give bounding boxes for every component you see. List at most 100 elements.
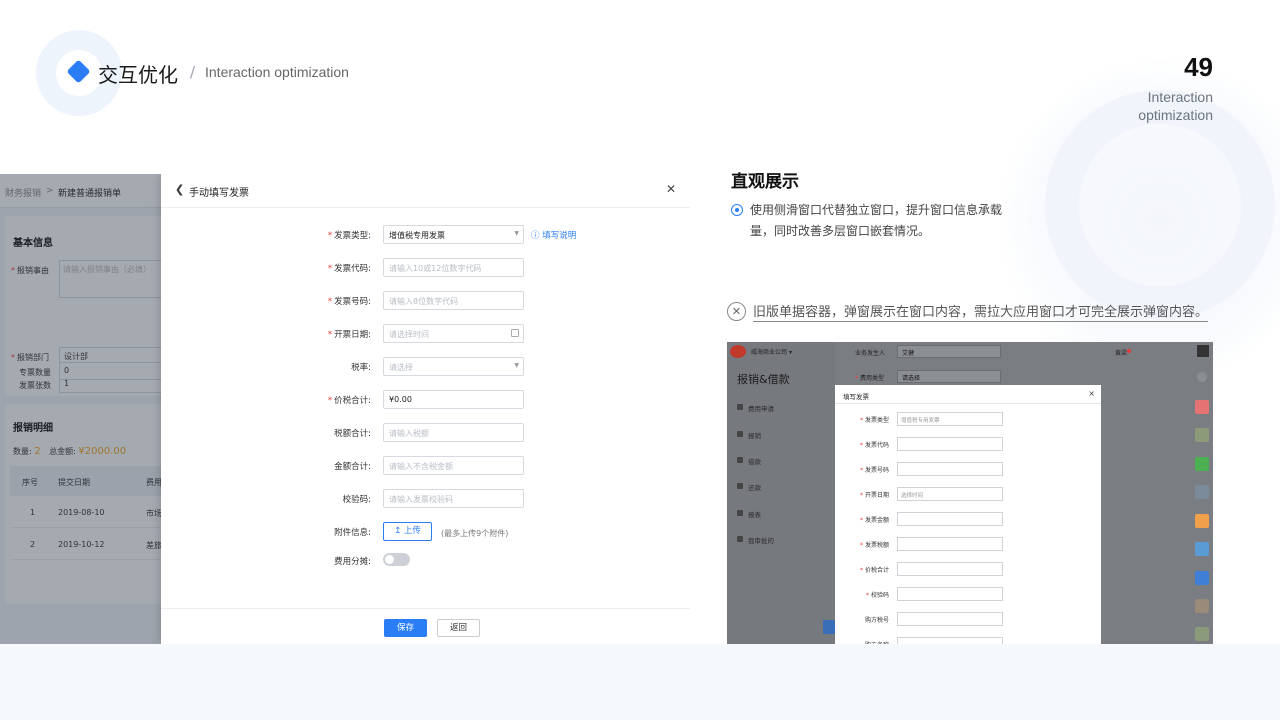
menu-icon <box>737 483 743 489</box>
tax-rate-select[interactable]: 请选择 ▼ <box>383 357 524 376</box>
app-icon[interactable] <box>1195 627 1209 641</box>
invoice-type-label: 发票类型: <box>334 231 371 241</box>
close-circle-icon: ✕ <box>727 302 746 321</box>
old-field-input[interactable] <box>897 562 1003 576</box>
old-top-select[interactable]: 请选择 <box>897 370 1001 383</box>
old-field-label-text: 购方名称 <box>865 642 889 644</box>
old-field-label-text: 发票税额 <box>864 542 889 549</box>
old-menu-item[interactable]: 费用申请 <box>748 403 774 413</box>
old-top-label: 业务发生人 <box>855 350 886 357</box>
new-drawer-mockup: 财务报销 > 新建普通报销单 基本信息 * 报销事由 请输入报销事由（必填） * 报… <box>0 174 690 644</box>
old-right-area: 黄梁 <box>1101 342 1213 644</box>
app-icon[interactable] <box>1195 571 1209 585</box>
caret-down-icon: ▾ <box>788 349 792 356</box>
old-form-top: 业务发生人 艾健 * 费用类型 请选择 <box>835 342 1101 385</box>
close-icon[interactable]: × <box>1088 389 1095 398</box>
old-field-input[interactable]: 选择时间 <box>897 487 1003 501</box>
old-menu-item[interactable]: 报表 <box>748 509 761 519</box>
company-name[interactable]: 威海商业公司 ▾ <box>751 347 792 356</box>
save-button[interactable]: 保存 <box>384 619 427 637</box>
calendar-icon <box>511 329 519 337</box>
app-icon[interactable] <box>1195 428 1209 442</box>
cost-split-toggle[interactable] <box>383 553 410 566</box>
old-menu-item[interactable]: 还款 <box>748 482 761 492</box>
search-icon[interactable] <box>1197 372 1207 382</box>
old-field-input[interactable] <box>897 637 1003 644</box>
old-field-input[interactable] <box>897 437 1003 451</box>
old-field-label: * 开票日期 <box>860 490 889 499</box>
back-button[interactable]: 返回 <box>437 619 480 637</box>
cloud-logo-icon <box>730 345 746 358</box>
app-icon[interactable] <box>1195 457 1209 471</box>
tax-rate-placeholder: 请选择 <box>389 363 413 372</box>
section-heading: 直观展示 <box>731 172 799 192</box>
issue-date-label: 开票日期: <box>334 330 371 340</box>
old-form-row: * 价税合计 <box>835 562 1101 576</box>
app-icon[interactable] <box>1195 599 1209 613</box>
invoice-side-drawer: ❮ 手动填写发票 ✕ * 发票类型: 增值税专用发票 ▼ ⓘ 填写说明 * 发票代码:… <box>161 174 690 644</box>
invoice-number-input[interactable]: 请输入8位数字代码 <box>383 291 524 310</box>
invoice-number-label: 发票号码: <box>334 297 371 307</box>
required-marker: * <box>859 517 863 524</box>
old-app-title: 报销&借款 <box>737 373 790 386</box>
field-check-code: 校验码: 请输入发票校验码 <box>161 489 690 509</box>
required-marker: * <box>859 467 863 474</box>
old-menu-item[interactable]: 我审批的 <box>748 535 774 545</box>
old-field-input[interactable] <box>897 537 1003 551</box>
old-field-label-text: 发票金额 <box>864 517 889 524</box>
drawer-title: 手动填写发票 <box>189 188 249 199</box>
price-tax-total-input[interactable]: ¥0.00 <box>383 390 524 409</box>
upload-button[interactable]: ↥ 上传 <box>383 522 432 541</box>
bg-deco-circle-ring <box>1045 90 1275 320</box>
old-field-label: * 发票税额 <box>860 540 889 549</box>
cost-split-label: 费用分摊: <box>334 557 371 567</box>
title-separator: / <box>190 63 196 81</box>
old-form-row: 购方名称 <box>835 637 1101 644</box>
old-sidebar: 威海商业公司 ▾ 报销&借款 费用申请 报销 借款 还款 报表 我审批的 <box>727 342 835 644</box>
menu-icon <box>737 404 743 410</box>
old-field-input[interactable] <box>897 587 1003 601</box>
app-icon[interactable] <box>1195 542 1209 556</box>
old-modal-divider <box>835 403 1101 404</box>
old-top-label-text: 费用类型 <box>860 375 885 382</box>
page-subtitle: Interaction optimization <box>205 64 349 80</box>
avatar[interactable] <box>1197 345 1209 357</box>
old-modal-screenshot: 威海商业公司 ▾ 报销&借款 费用申请 报销 借款 还款 报表 我审批的 业务发… <box>727 342 1213 644</box>
old-field-input[interactable]: 增值税专用发票 <box>897 412 1003 426</box>
close-icon[interactable]: ✕ <box>666 182 676 196</box>
amount-total-input[interactable]: 请输入不含税金额 <box>383 456 524 475</box>
tax-total-input[interactable]: 请输入税额 <box>383 423 524 442</box>
old-username[interactable]: 黄梁 <box>1115 348 1127 357</box>
app-icon[interactable] <box>1195 400 1209 414</box>
tax-rate-label: 税率: <box>351 363 371 373</box>
old-field-label-text: 购方税号 <box>864 617 889 624</box>
app-icon[interactable] <box>1195 514 1209 528</box>
old-field-label-text: 开票日期 <box>864 492 889 499</box>
help-link[interactable]: ⓘ 填写说明 <box>531 229 576 241</box>
issue-date-picker[interactable]: 请选择时间 <box>383 324 524 343</box>
chevron-down-icon: ▼ <box>514 362 519 369</box>
invoice-code-input[interactable]: 请输入10或12位数字代码 <box>383 258 524 277</box>
required-marker: * <box>859 442 863 449</box>
required-marker: * <box>865 592 869 599</box>
app-icon[interactable] <box>1195 485 1209 499</box>
chevron-left-icon[interactable]: ❮ <box>175 183 184 196</box>
question-circle-icon: ⓘ <box>531 231 540 241</box>
drawer-header: ❮ 手动填写发票 ✕ <box>161 174 690 208</box>
menu-icon <box>737 431 743 437</box>
old-menu-item[interactable]: 报销 <box>748 430 761 440</box>
old-field-label: * 价税合计 <box>860 565 889 574</box>
old-modal-title: 填写发票 <box>843 393 869 401</box>
old-top-select[interactable]: 艾健 <box>897 345 1001 358</box>
old-field-label-text: 校验码 <box>870 592 889 599</box>
old-field-input[interactable] <box>897 462 1003 476</box>
old-field-input[interactable] <box>897 512 1003 526</box>
old-version-note: 旧版单据容器，弹窗展示在窗口内容，需拉大应用窗口才可完全展示弹窗内容。 <box>753 301 1209 322</box>
old-field-label: 购方税号 <box>865 615 889 624</box>
check-code-input[interactable]: 请输入发票校验码 <box>383 489 524 508</box>
old-field-input[interactable] <box>897 612 1003 626</box>
old-invoice-modal: 填写发票 × * 发票类型 增值税专用发票 * 发票代码 * 发票号码 * 开票日期 选择时间 * 发… <box>835 385 1101 644</box>
old-menu-item[interactable]: 借款 <box>748 456 761 466</box>
upload-limit-note: (最多上传9个附件) <box>441 529 509 538</box>
invoice-type-select[interactable]: 增值税专用发票 ▼ <box>383 225 524 244</box>
